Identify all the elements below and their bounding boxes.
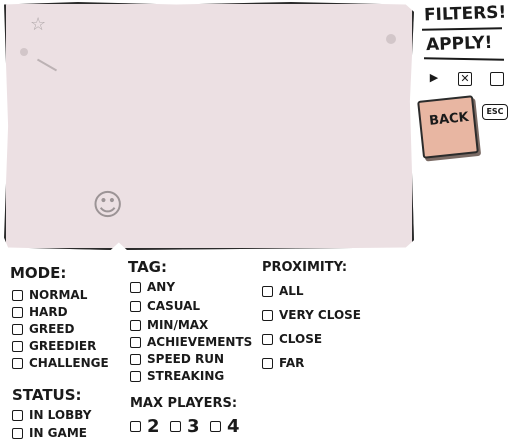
proximity-option-very-close[interactable]: VERY CLOSE [262, 308, 361, 322]
filters-title: FILTERS! [423, 2, 507, 26]
checked-box-icon[interactable]: ✕ [458, 72, 472, 86]
checkbox[interactable] [12, 427, 23, 439]
status-option-in-lobby[interactable]: IN LOBBY [12, 408, 91, 422]
checkbox[interactable] [210, 421, 221, 432]
mode-title: MODE: [10, 264, 67, 282]
checkbox[interactable] [12, 340, 23, 352]
esc-key-badge: ESC [482, 104, 508, 120]
max-players-title: MAX PLAYERS: [130, 396, 238, 411]
scratch-mark [36, 58, 58, 72]
tag-option-achievements[interactable]: ACHIEVEMENTS [130, 335, 252, 349]
back-button[interactable]: BACK [417, 95, 479, 159]
tag-option-casual[interactable]: CASUAL [130, 299, 200, 313]
status-title: STATUS: [12, 386, 82, 404]
checkbox[interactable] [130, 281, 141, 293]
mode-option-greed[interactable]: GREED [12, 322, 74, 336]
max-players-option-4[interactable]: 4 [210, 416, 240, 437]
tag-option-speed-run[interactable]: SPEED RUN [130, 352, 224, 366]
mode-option-hard[interactable]: HARD [12, 305, 68, 319]
apply-underline [423, 57, 505, 61]
title-underline [421, 27, 503, 31]
checkbox[interactable] [12, 357, 23, 369]
max-players-option-3[interactable]: 3 [170, 416, 200, 437]
proximity-title: PROXIMITY: [262, 260, 348, 275]
character-doodle-icon: ☺ [92, 188, 124, 223]
checkbox[interactable] [130, 319, 141, 331]
tag-title: TAG: [128, 258, 167, 276]
star-doodle-icon: ☆ [30, 14, 47, 35]
checkbox[interactable] [262, 357, 273, 369]
tag-option-min-max[interactable]: MIN/MAX [130, 318, 208, 332]
checkbox[interactable] [12, 323, 23, 335]
play-icon[interactable]: ▶ [428, 72, 440, 84]
checkbox[interactable] [12, 306, 23, 318]
max-players-option-2[interactable]: 2 [130, 416, 160, 437]
mode-option-normal[interactable]: NORMAL [12, 288, 87, 302]
empty-box-icon[interactable] [490, 72, 504, 86]
mode-option-greedier[interactable]: GREEDIER [12, 339, 96, 353]
checkbox[interactable] [130, 353, 141, 365]
stain-mark [20, 48, 28, 56]
stain-mark [386, 34, 396, 44]
view-mode-icons: ▶ ✕ [428, 72, 504, 88]
checkbox[interactable] [130, 370, 141, 382]
apply-button[interactable]: APPLY! [426, 33, 493, 55]
checkbox[interactable] [262, 285, 273, 297]
checkbox[interactable] [130, 421, 141, 432]
checkbox[interactable] [170, 421, 181, 432]
back-label: BACK [428, 109, 470, 129]
checkbox[interactable] [12, 409, 23, 421]
proximity-option-close[interactable]: CLOSE [262, 332, 322, 346]
results-panel: ☆ ☺ [4, 2, 414, 250]
checkbox[interactable] [130, 300, 141, 312]
tag-option-any[interactable]: ANY [130, 280, 175, 294]
checkbox[interactable] [262, 333, 273, 345]
checkbox[interactable] [262, 309, 273, 321]
checkbox[interactable] [130, 336, 141, 348]
proximity-option-far[interactable]: FAR [262, 356, 304, 370]
tag-option-streaking[interactable]: STREAKING [130, 369, 224, 383]
status-option-in-game[interactable]: IN GAME [12, 426, 87, 440]
mode-option-challenge[interactable]: CHALLENGE [12, 356, 109, 370]
checkbox[interactable] [12, 289, 23, 301]
proximity-option-all[interactable]: ALL [262, 284, 304, 298]
